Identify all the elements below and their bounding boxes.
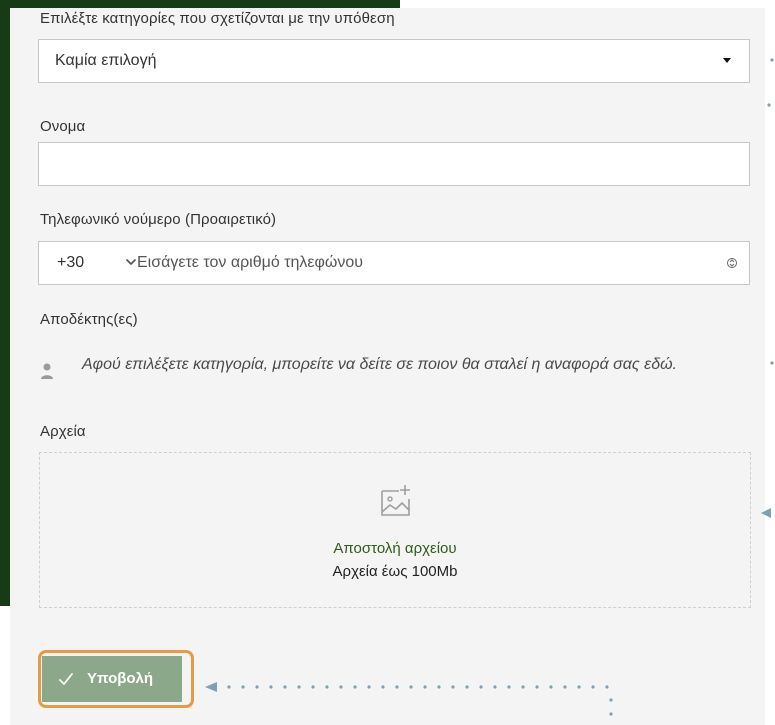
category-label: Επιλέξτε κατηγορίες που σχετίζονται με τ…	[40, 10, 395, 27]
name-label: Ονομα	[40, 118, 86, 135]
upload-file-limit: Αρχεία έως 100Mb	[332, 563, 458, 580]
person-icon	[41, 363, 53, 379]
frame-top-bar	[0, 0, 400, 8]
name-input[interactable]	[38, 142, 750, 186]
spinner-arrows-icon[interactable]	[727, 256, 737, 270]
files-label: Αρχεία	[40, 423, 86, 440]
category-select-value: Καμία επιλογή	[55, 52, 157, 69]
phone-label: Τηλεφωνικό νούμερο (Προαιρετικό)	[40, 211, 277, 228]
phone-field[interactable]: +30 Εισάγετε τον αριθμό τηλεφώνου	[38, 241, 750, 285]
chevron-down-icon	[723, 58, 731, 63]
image-add-icon	[381, 485, 410, 516]
chevron-down-icon[interactable]	[124, 255, 138, 269]
recipients-label: Αποδέκτης(ες)	[40, 311, 138, 328]
recipients-note: Αφού επιλέξετε κατηγορία, μπορείτε να δε…	[82, 356, 677, 373]
check-icon	[59, 673, 73, 685]
country-code[interactable]: +30	[57, 254, 84, 272]
phone-input[interactable]: Εισάγετε τον αριθμό τηλεφώνου	[137, 254, 363, 272]
submit-button-label: Υποβολή	[87, 670, 154, 687]
submit-button[interactable]: Υποβολή	[42, 656, 182, 702]
file-upload-dropzone[interactable]: Αποστολή αρχείου Αρχεία έως 100Mb	[39, 452, 751, 608]
upload-file-link[interactable]: Αποστολή αρχείου	[40, 540, 750, 557]
category-select[interactable]: Καμία επιλογή	[38, 39, 750, 83]
